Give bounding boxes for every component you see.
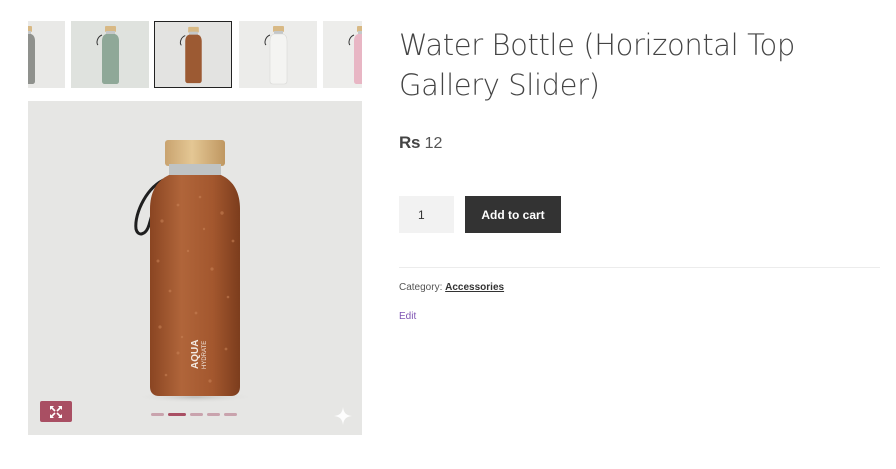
thumbnail-brown-bottle[interactable]	[154, 21, 232, 88]
thumbnail-white-bottle[interactable]	[239, 21, 317, 88]
product-price: Rs 12	[399, 133, 442, 153]
category-label: Category:	[399, 282, 443, 293]
bottle-thumbnail-icon	[96, 26, 119, 84]
product-title: Water Bottle (Horizontal Top Gallery Sli…	[399, 28, 795, 102]
quantity-input[interactable]	[399, 196, 454, 233]
add-to-cart-button[interactable]: Add to cart	[465, 196, 561, 233]
pagination-dot[interactable]	[207, 413, 220, 416]
expand-icon	[50, 405, 62, 418]
category-link[interactable]: Accessories	[445, 282, 504, 293]
pagination-dot-active[interactable]	[168, 413, 186, 416]
price-value: 12	[424, 135, 443, 152]
brand-line-2: HYDRATE	[202, 341, 208, 369]
product-category: Category: Accessories	[399, 282, 504, 293]
main-product-image[interactable]: AQUA HYDRATE	[28, 101, 362, 435]
water-bottle-image: AQUA HYDRATE	[134, 140, 255, 403]
thumbnail-sage-bottle[interactable]	[71, 21, 149, 88]
bottle-thumbnail-icon	[264, 26, 288, 85]
edit-link[interactable]: Edit	[399, 311, 416, 322]
divider	[399, 267, 880, 268]
pagination-dot[interactable]	[151, 413, 164, 416]
bottle-thumbnail-icon	[348, 26, 362, 84]
sparkle-icon	[334, 407, 352, 425]
bottle-thumbnail-icon	[179, 26, 202, 84]
thumbnail-strip	[28, 21, 362, 88]
fullscreen-button[interactable]	[40, 401, 72, 422]
thumbnail-pink-bottle[interactable]	[323, 21, 362, 88]
price-currency: Rs	[399, 133, 421, 152]
brand-line-1: AQUA	[190, 340, 201, 369]
pagination-dot[interactable]	[190, 413, 203, 416]
bottle-thumbnail-icon	[28, 26, 35, 84]
thumbnail-grey-bottle[interactable]	[28, 21, 65, 88]
gallery-pagination	[151, 413, 237, 418]
pagination-dot[interactable]	[224, 413, 237, 416]
